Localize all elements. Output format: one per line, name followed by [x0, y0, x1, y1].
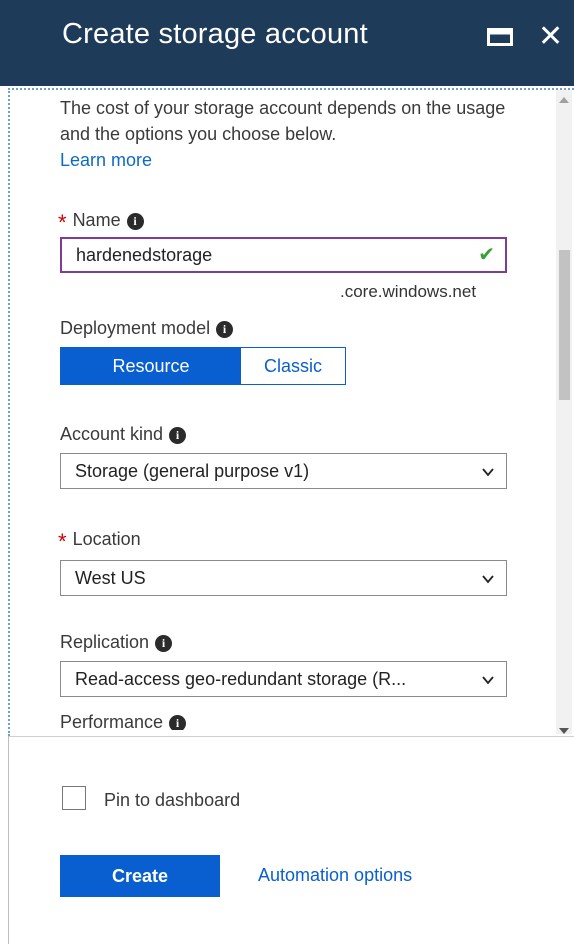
performance-label-row: Performance i	[60, 712, 187, 730]
scroll-up-arrow-icon[interactable]	[559, 97, 569, 103]
deployment-label-row: Deployment model i	[60, 318, 234, 339]
name-label: Name	[72, 210, 121, 230]
replication-label: Replication	[60, 632, 150, 652]
scrollbar-track[interactable]	[556, 90, 572, 734]
info-icon[interactable]: i	[126, 213, 144, 230]
location-select[interactable]: West US	[60, 560, 507, 596]
name-input[interactable]: hardenedstorage ✔	[60, 237, 507, 273]
name-input-value: hardenedstorage	[76, 245, 213, 265]
chevron-down-icon	[482, 676, 494, 685]
account-kind-select[interactable]: Storage (general purpose v1)	[60, 453, 507, 489]
title-bar: Create storage account ✕	[0, 0, 574, 86]
resource-manager-option[interactable]: Resource manager	[61, 348, 241, 412]
blade-title: Create storage account	[62, 18, 368, 50]
info-icon[interactable]: i	[169, 427, 187, 444]
intro-text: The cost of your storage account depends…	[60, 95, 510, 173]
required-asterisk: *	[58, 210, 67, 235]
location-value: West US	[75, 568, 146, 588]
account-kind-value: Storage (general purpose v1)	[75, 461, 310, 481]
footer-divider	[8, 736, 574, 737]
create-button[interactable]: Create	[60, 855, 220, 897]
location-label-row: * Location	[58, 525, 141, 554]
info-icon[interactable]: i	[216, 321, 234, 338]
chevron-down-icon	[482, 575, 494, 584]
pin-to-dashboard-label[interactable]: Pin to dashboard	[104, 790, 240, 811]
required-asterisk: *	[58, 529, 67, 554]
checkmark-icon: ✔	[478, 244, 495, 266]
automation-options-link[interactable]: Automation options	[258, 865, 412, 886]
performance-label: Performance	[60, 712, 164, 730]
learn-more-link[interactable]: Learn more	[60, 150, 152, 170]
info-icon[interactable]: i	[169, 715, 187, 730]
scroll-down-arrow-icon[interactable]	[559, 728, 569, 734]
deployment-label: Deployment model	[60, 318, 211, 338]
location-label: Location	[72, 529, 141, 549]
deployment-toggle: Resource manager Classic	[60, 347, 346, 412]
close-icon[interactable]: ✕	[538, 22, 563, 52]
scrollbar-thumb[interactable]	[559, 250, 570, 400]
blade-left-edge	[8, 736, 9, 944]
replication-label-row: Replication i	[60, 632, 173, 653]
pin-to-dashboard-checkbox[interactable]	[62, 786, 86, 810]
account-kind-label-row: Account kind i	[60, 424, 187, 445]
domain-suffix: .core.windows.net	[340, 282, 477, 301]
replication-select[interactable]: Read-access geo-redundant storage (R...	[60, 661, 507, 697]
name-label-row: * Name i	[58, 206, 144, 235]
chevron-down-icon	[482, 468, 494, 477]
classic-option[interactable]: Classic	[241, 348, 345, 384]
maximize-icon[interactable]	[487, 28, 513, 46]
intro-description: The cost of your storage account depends…	[60, 98, 506, 144]
info-icon[interactable]: i	[155, 635, 173, 652]
account-kind-label: Account kind	[60, 424, 164, 444]
replication-value: Read-access geo-redundant storage (R...	[75, 669, 407, 689]
